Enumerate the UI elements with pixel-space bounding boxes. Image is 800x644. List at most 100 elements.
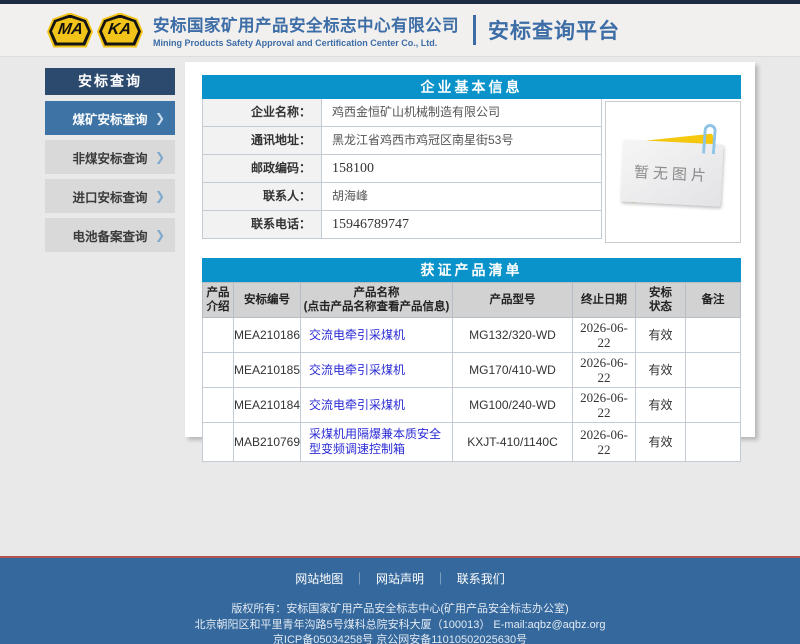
- cell-model: MG170/410-WD: [453, 353, 573, 387]
- site-header: MA KA 安标国家矿用产品安全标志中心有限公司 Mining Products…: [0, 4, 800, 57]
- col-header-cert-no: 安标编号: [234, 283, 301, 317]
- site-footer: 网站地图 ｜ 网站声明 ｜ 联系我们 版权所有：安标国家矿用产品安全标志中心(矿…: [0, 558, 800, 644]
- footer-link-contact[interactable]: 联系我们: [457, 572, 505, 586]
- header-divider: [473, 15, 476, 45]
- table-row: MEA210185 交流电牵引采煤机 MG170/410-WD 2026-06-…: [202, 353, 741, 388]
- cell-status: 有效: [636, 423, 686, 461]
- product-name-link[interactable]: 交流电牵引采煤机: [301, 318, 453, 352]
- info-label: 企业名称：: [202, 99, 322, 126]
- col-header-line: 产品: [207, 286, 230, 300]
- cell-model: MG132/320-WD: [453, 318, 573, 352]
- chevron-right-icon: ❯: [155, 150, 165, 164]
- sidebar-item-label: 进口安标查询: [72, 187, 147, 206]
- col-header-end-date: 终止日期: [573, 283, 636, 317]
- col-header-line: 产品名称: [354, 286, 400, 300]
- footer-link-statement[interactable]: 网站声明: [376, 572, 424, 586]
- table-row: MEA210186 交流电牵引采煤机 MG132/320-WD 2026-06-…: [202, 318, 741, 353]
- info-label: 邮政编码：: [202, 155, 322, 182]
- col-header-name: 产品名称 (点击产品名称查看产品信息): [301, 283, 453, 317]
- footer-copyright: 版权所有：安标国家矿用产品安全标志中心(矿用产品安全标志办公室): [0, 602, 800, 618]
- org-name-block: 安标国家矿用产品安全标志中心有限公司 Mining Products Safet…: [153, 12, 459, 48]
- footer-link-sitemap[interactable]: 网站地图: [295, 572, 343, 586]
- cell-cert-no: MAB210769: [234, 423, 301, 461]
- info-row-company-name: 企业名称： 鸡西金恒矿山机械制造有限公司: [202, 99, 602, 127]
- cell-intro: [203, 318, 234, 352]
- cell-status: 有效: [636, 318, 686, 352]
- cell-cert-no: MEA210184: [234, 388, 301, 422]
- footer-icp: 京ICP备05034258号 京公网安备11010502025630号: [0, 633, 800, 644]
- sidebar-title: 安标查询: [45, 68, 175, 95]
- chevron-right-icon: ❯: [155, 189, 165, 203]
- cell-note: [686, 423, 740, 461]
- col-header-model: 产品型号: [453, 283, 573, 317]
- ma-badge-icon: MA: [47, 13, 93, 48]
- cell-cert-no: MEA210186: [234, 318, 301, 352]
- chevron-right-icon: ❯: [155, 111, 165, 125]
- cell-intro: [203, 423, 234, 461]
- info-row-address: 通讯地址： 黑龙江省鸡西市鸡冠区南星街53号: [202, 127, 602, 155]
- sidebar-item-label: 非煤安标查询: [72, 148, 147, 167]
- no-image-text: 暂无图片: [633, 161, 710, 186]
- info-row-postcode: 邮政编码： 158100: [202, 155, 602, 183]
- info-value: 158100: [322, 155, 602, 182]
- col-header-intro: 产品 介绍: [203, 283, 234, 317]
- info-value: 15946789747: [322, 211, 602, 238]
- sidebar-item-battery-query[interactable]: 电池备案查询 ❯: [45, 218, 175, 252]
- cell-status: 有效: [636, 388, 686, 422]
- cell-note: [686, 353, 740, 387]
- maka-logo: MA KA: [47, 13, 143, 48]
- product-name-link[interactable]: 采煤机用隔爆兼本质安全型变频调速控制箱: [301, 423, 453, 461]
- company-image-box: 暂无图片: [605, 101, 741, 243]
- cell-end-date: 2026-06-22: [573, 353, 636, 387]
- col-header-line: 介绍: [207, 300, 230, 314]
- product-name-link[interactable]: 交流电牵引采煤机: [301, 388, 453, 422]
- col-header-status: 安标 状态: [636, 283, 686, 317]
- products-table-header: 产品 介绍 安标编号 产品名称 (点击产品名称查看产品信息) 产品型号 终止日期…: [202, 282, 741, 318]
- page: MA KA 安标国家矿用产品安全标志中心有限公司 Mining Products…: [0, 0, 800, 644]
- content-panel: 企业基本信息 企业名称： 鸡西金恒矿山机械制造有限公司 通讯地址： 黑龙江省鸡西…: [185, 62, 755, 437]
- sidebar-item-coal-query[interactable]: 煤矿安标查询 ❯: [45, 101, 175, 135]
- table-row: MEA210184 交流电牵引采煤机 MG100/240-WD 2026-06-…: [202, 388, 741, 423]
- info-value: 黑龙江省鸡西市鸡冠区南星街53号: [322, 127, 602, 154]
- products-section: 获证产品清单 产品 介绍 安标编号 产品名称 (点击产品名称查看产品信息) 产品…: [202, 258, 741, 462]
- cell-model: MG100/240-WD: [453, 388, 573, 422]
- cell-end-date: 2026-06-22: [573, 388, 636, 422]
- sidebar-item-noncoal-query[interactable]: 非煤安标查询 ❯: [45, 140, 175, 174]
- org-name-en: Mining Products Safety Approval and Cert…: [153, 38, 459, 48]
- products-title: 获证产品清单: [202, 258, 741, 282]
- info-row-phone: 联系电话： 15946789747: [202, 211, 602, 239]
- info-value: 胡海峰: [322, 183, 602, 210]
- sidebar: 安标查询 煤矿安标查询 ❯ 非煤安标查询 ❯ 进口安标查询 ❯ 电池备案查询 ❯: [45, 68, 175, 257]
- no-image-placeholder: 暂无图片: [606, 102, 740, 242]
- footer-link-separator: ｜: [434, 572, 446, 586]
- cell-intro: [203, 388, 234, 422]
- product-name-link[interactable]: 交流电牵引采煤机: [301, 353, 453, 387]
- company-info-body: 企业名称： 鸡西金恒矿山机械制造有限公司 通讯地址： 黑龙江省鸡西市鸡冠区南星街…: [202, 99, 741, 239]
- company-info-title: 企业基本信息: [202, 75, 741, 99]
- ka-badge-icon: KA: [97, 13, 143, 48]
- chevron-right-icon: ❯: [155, 228, 165, 242]
- info-label: 通讯地址：: [202, 127, 322, 154]
- info-row-contact: 联系人： 胡海峰: [202, 183, 602, 211]
- cell-end-date: 2026-06-22: [573, 318, 636, 352]
- cell-model: KXJT-410/1140C: [453, 423, 573, 461]
- company-info-table: 企业名称： 鸡西金恒矿山机械制造有限公司 通讯地址： 黑龙江省鸡西市鸡冠区南星街…: [202, 99, 602, 239]
- cell-end-date: 2026-06-22: [573, 423, 636, 461]
- org-name-cn: 安标国家矿用产品安全标志中心有限公司: [153, 12, 459, 36]
- ma-badge-label: MA: [56, 21, 83, 39]
- col-header-line: 安标: [649, 286, 672, 300]
- col-header-line: 状态: [649, 300, 672, 314]
- cell-note: [686, 388, 740, 422]
- sidebar-item-label: 煤矿安标查询: [72, 109, 147, 128]
- footer-link-separator: ｜: [354, 572, 366, 586]
- ka-badge-label: KA: [107, 21, 133, 39]
- main-area: 安标查询 煤矿安标查询 ❯ 非煤安标查询 ❯ 进口安标查询 ❯ 电池备案查询 ❯…: [0, 57, 800, 556]
- footer-address: 北京朝阳区和平里青年沟路5号煤科总院安科大厦（100013） E-mail:aq…: [0, 618, 800, 634]
- info-label: 联系电话：: [202, 211, 322, 238]
- cell-cert-no: MEA210185: [234, 353, 301, 387]
- col-header-line: (点击产品名称查看产品信息): [304, 300, 450, 314]
- footer-text-block: 版权所有：安标国家矿用产品安全标志中心(矿用产品安全标志办公室) 北京朝阳区和平…: [0, 602, 800, 644]
- col-header-note: 备注: [686, 283, 740, 317]
- sidebar-item-import-query[interactable]: 进口安标查询 ❯: [45, 179, 175, 213]
- cell-note: [686, 318, 740, 352]
